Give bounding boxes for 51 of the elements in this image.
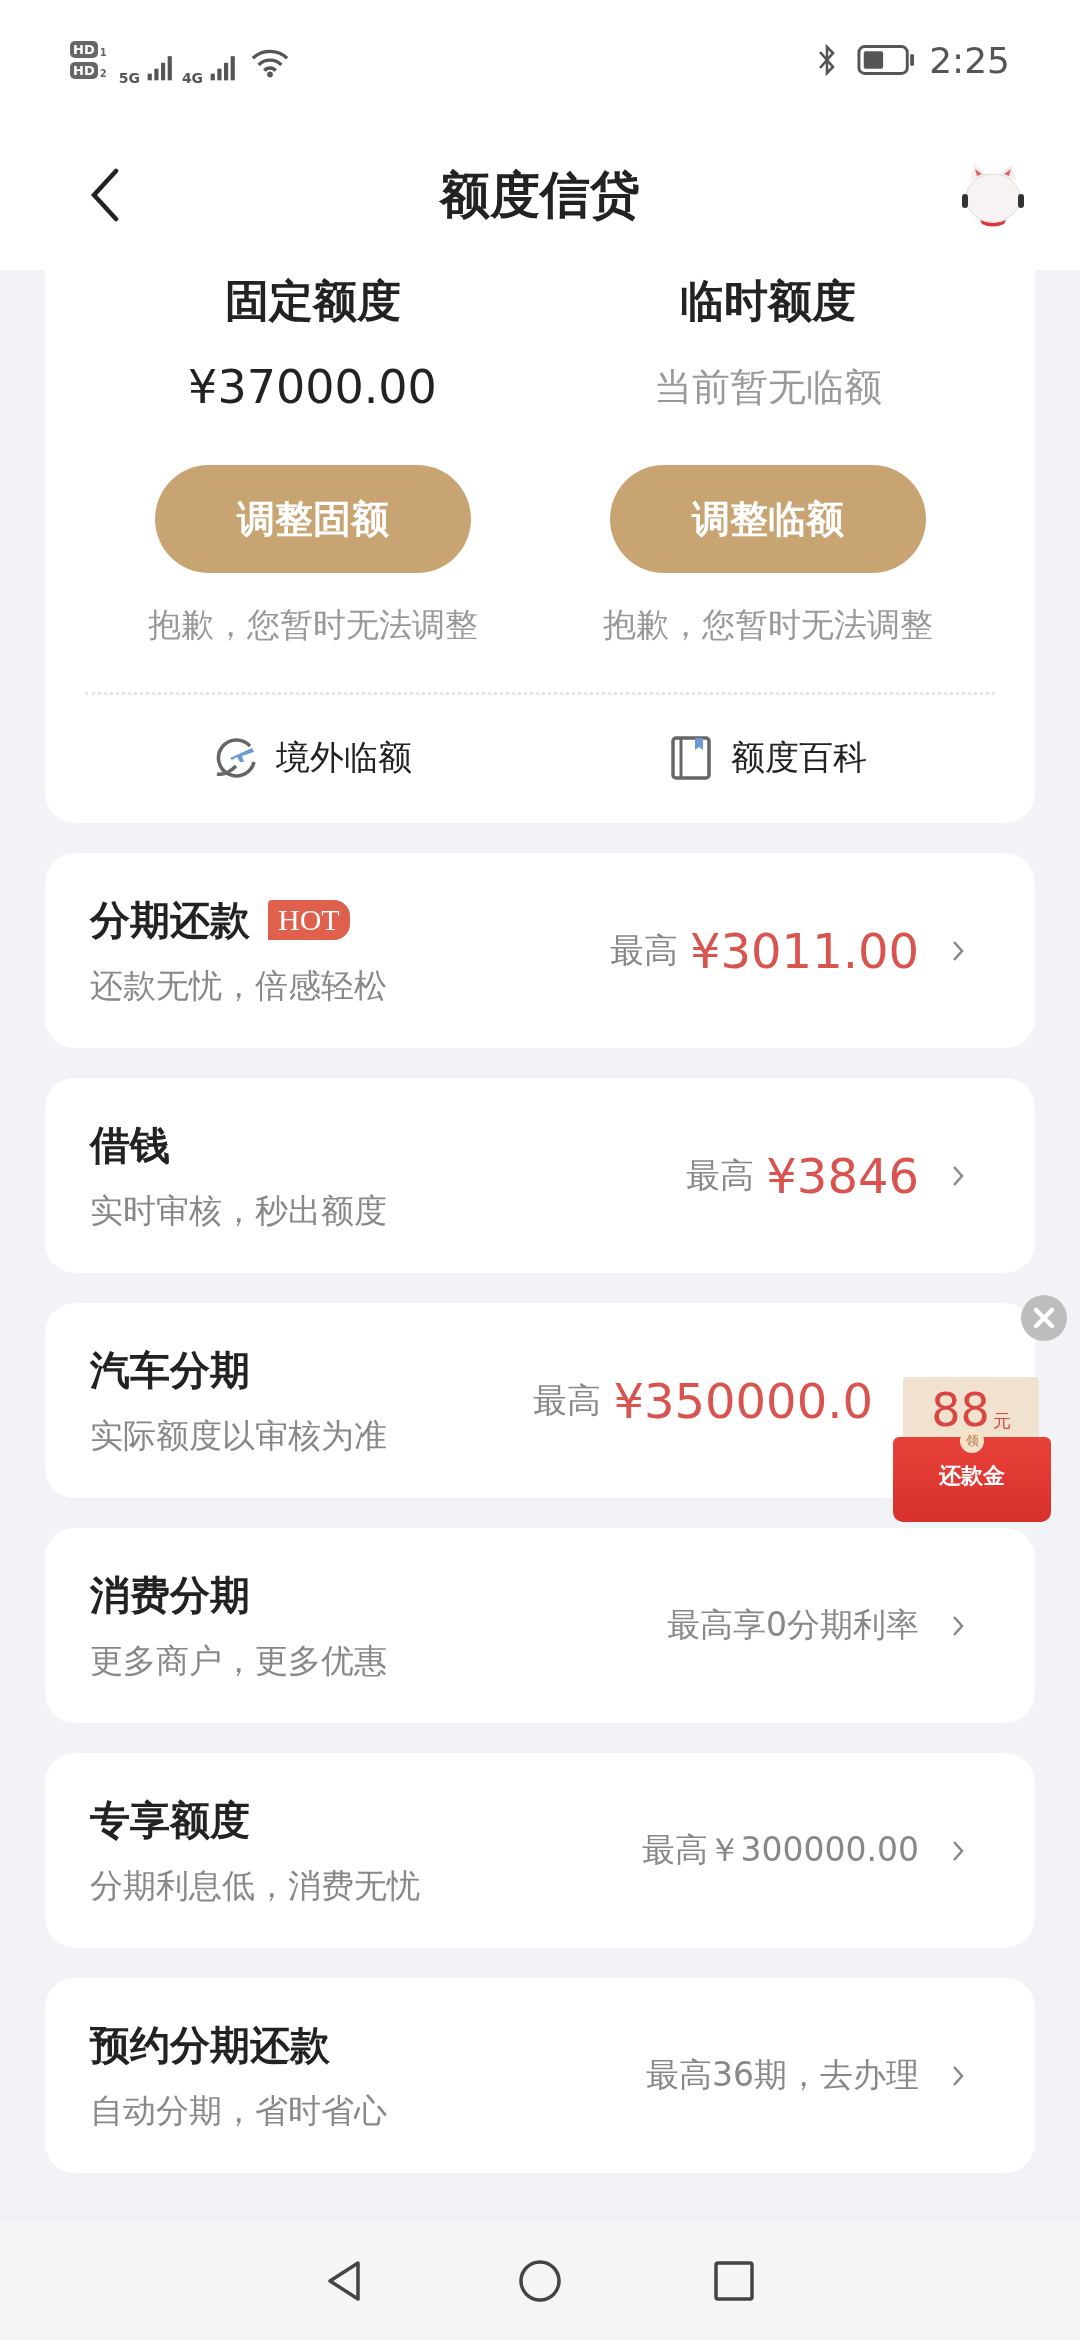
offer-text: 最高享0分期利率 (667, 1604, 919, 1646)
product-title: 专享额度 (90, 1795, 250, 1845)
max-amount: ¥350000.0 (613, 1372, 873, 1429)
back-icon[interactable] (90, 168, 120, 222)
amount-prefix: 最高 (686, 1153, 755, 1197)
battery-icon (857, 44, 916, 76)
limit-note: 抱歉，您暂时无法调整 (147, 604, 478, 646)
link-label[interactable]: 额度百科 (730, 735, 867, 781)
product-subtitle: 实际额度以审核为准 (90, 1414, 387, 1457)
offer-text: 最高36期，去办理 (646, 2054, 919, 2096)
envelope-seal: 领 (960, 1429, 984, 1453)
hot-badge: HOT (268, 900, 350, 940)
sim-indicator: HD 1 (70, 41, 107, 58)
envelope-label: 还款金 (939, 1462, 1005, 1490)
page-title: 额度信贷 (440, 164, 640, 226)
home-circle-icon[interactable] (518, 2259, 562, 2303)
clock-time: 2:25 (929, 39, 1010, 81)
max-amount: ¥3011.00 (689, 922, 919, 979)
book-icon[interactable] (668, 736, 713, 780)
limit-value: ¥37000.00 (188, 359, 437, 416)
network-label: 5G (118, 70, 140, 86)
bonus-envelope[interactable]: 88 元 领 还款金 (893, 1377, 1051, 1522)
product-card[interactable]: 预约分期还款 自动分期，省时省心 最高36期，去办理 (45, 1978, 1035, 2173)
product-title: 借钱 (90, 1120, 170, 1170)
max-amount: ¥3846 (766, 1147, 919, 1204)
link-label[interactable]: 境外临额 (275, 735, 412, 781)
offer-text: 最高￥300000.00 (641, 1829, 919, 1871)
product-card[interactable]: 借钱 实时审核，秒出额度 最高 ¥3846 (45, 1078, 1035, 1273)
product-subtitle: 更多商户，更多优惠 (90, 1639, 387, 1682)
wifi-icon (251, 48, 290, 78)
sim-indicator: HD 2 (70, 62, 107, 79)
network-label: 4G (181, 70, 204, 86)
product-title: 分期还款 (90, 895, 250, 945)
limit-heading: 固定额度 (224, 274, 401, 328)
product-subtitle: 还款无忧，倍感轻松 (90, 964, 387, 1007)
limit-heading: 临时额度 (679, 274, 856, 328)
product-card[interactable]: 消费分期 更多商户，更多优惠 最高享0分期利率 (45, 1528, 1035, 1723)
currency-unit: 元 (992, 1409, 1011, 1433)
product-subtitle: 分期利息低，消费无忧 (90, 1864, 420, 1907)
amount-prefix: 最高 (533, 1378, 602, 1422)
amount-prefix: 最高 (609, 928, 678, 972)
limit-value: 当前暂无临额 (653, 363, 882, 411)
product-title: 消费分期 (90, 1570, 250, 1620)
product-subtitle: 自动分期，省时省心 (90, 2089, 387, 2132)
product-subtitle: 实时审核，秒出额度 (90, 1189, 387, 1232)
recents-square-icon[interactable] (712, 2259, 756, 2303)
product-card[interactable]: 分期还款 HOT 还款无忧，倍感轻松 最高 ¥3011.00 (45, 853, 1035, 1048)
product-title: 预约分期还款 (90, 2020, 330, 2070)
product-title: 汽车分期 (90, 1345, 250, 1395)
product-card[interactable]: 专享额度 分期利息低，消费无忧 最高￥300000.00 (45, 1753, 1035, 1948)
limit-note: 抱歉，您暂时无法调整 (602, 604, 933, 646)
